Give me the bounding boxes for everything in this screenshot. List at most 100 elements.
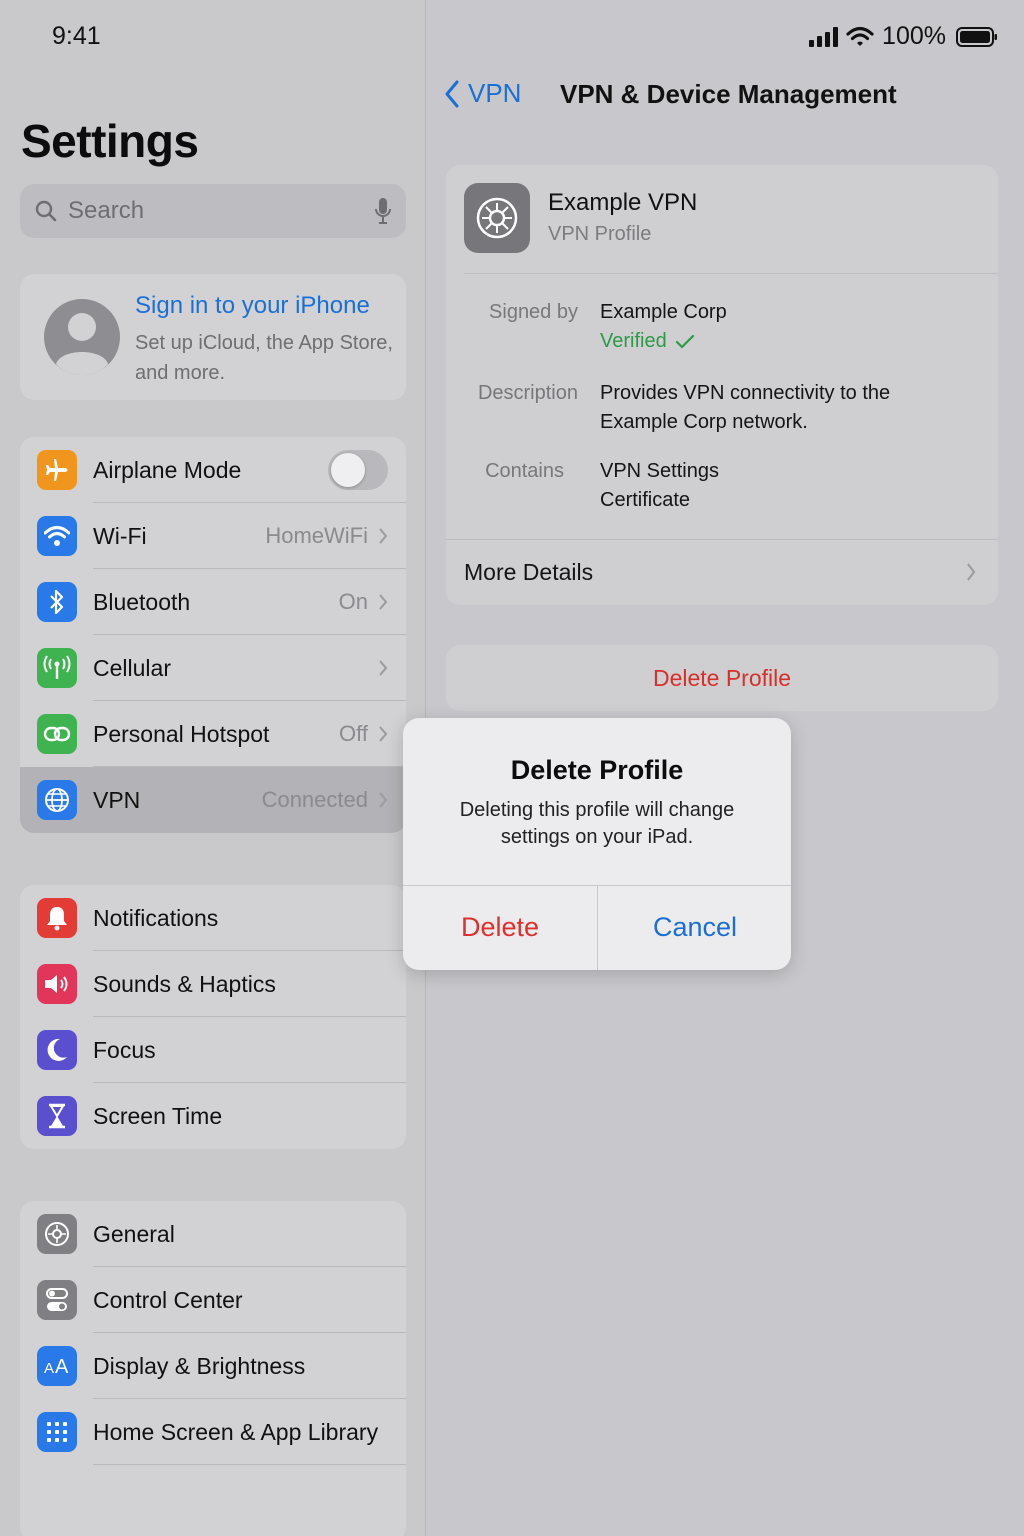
alert-delete-button[interactable]: Delete [403, 885, 597, 970]
speaker-icon [37, 964, 77, 1004]
bluetooth-icon [37, 582, 77, 622]
settings-row-label: Cellular [93, 654, 171, 681]
delete-profile-button[interactable]: Delete Profile [446, 645, 998, 711]
battery-icon [956, 26, 997, 47]
signed-by-value: Example Corp Verified [600, 298, 727, 356]
back-label: VPN [468, 78, 522, 108]
settings-row-wifi[interactable]: Wi-Fi HomeWiFi [20, 503, 406, 569]
settings-row-notifications[interactable]: Notifications [20, 885, 406, 951]
chevron-right-icon [379, 660, 388, 676]
verified-label: Verified [600, 330, 667, 352]
settings-row-label: Control Center [93, 1286, 243, 1313]
gear-icon [37, 1214, 77, 1254]
verified-status: Verified [600, 327, 727, 356]
contains-key: Contains [485, 460, 564, 482]
settings-row-display-brightness[interactable]: AA Display & Brightness [20, 1333, 406, 1399]
row-divider [93, 1464, 406, 1465]
settings-row-label: Focus [93, 1036, 156, 1063]
settings-row-home-screen[interactable]: Home Screen & App Library [20, 1399, 406, 1465]
microphone-icon[interactable] [374, 197, 392, 225]
settings-row-sounds-haptics[interactable]: Sounds & Haptics [20, 951, 406, 1017]
chevron-right-icon [379, 726, 388, 742]
alert-message-line: settings on your iPad. [500, 826, 694, 848]
wifi-icon [37, 516, 77, 556]
alert-title: Delete Profile [510, 755, 684, 785]
gear-icon [464, 183, 530, 253]
chevron-right-icon [379, 528, 388, 544]
search-input[interactable]: Search [68, 197, 374, 225]
description-key: Description [477, 382, 578, 404]
back-button[interactable]: VPN [444, 78, 521, 109]
settings-row-control-center[interactable]: Control Center [20, 1267, 406, 1333]
settings-row-value: On [338, 589, 368, 614]
alert-message-line: Deleting this profile will change [459, 799, 735, 821]
profile-details-card: Example VPN VPN Profile Signed by Exampl… [446, 165, 998, 605]
settings-row-airplane-mode[interactable]: Airplane Mode [20, 437, 406, 503]
airplane-mode-toggle[interactable] [328, 450, 388, 490]
svg-text:A: A [44, 1360, 54, 1377]
settings-row-label: Sounds & Haptics [93, 970, 276, 997]
settings-row-focus[interactable]: Focus [20, 1017, 406, 1083]
svg-text:A: A [55, 1356, 69, 1377]
checkmark-icon [675, 334, 694, 349]
globe-icon [37, 780, 77, 820]
signer-name: Example Corp [600, 301, 727, 323]
status-bar-right: 100% [808, 22, 998, 51]
chevron-right-icon [967, 563, 976, 581]
signal-icon [809, 26, 839, 47]
alert-cancel-button[interactable]: Cancel [598, 885, 791, 970]
status-time: 9:41 [52, 22, 101, 50]
settings-row-label: General [93, 1220, 175, 1247]
description-value: Provides VPN connectivity to the Example… [600, 379, 890, 437]
battery-percent: 100% [882, 22, 946, 50]
settings-row-bluetooth[interactable]: Bluetooth On [20, 569, 406, 635]
text-size-icon: AA [37, 1346, 77, 1386]
switches-icon [37, 1280, 77, 1320]
delete-profile-alert: Delete Profile Deleting this profile wil… [403, 718, 791, 970]
chevron-left-icon [445, 80, 459, 107]
airplane-icon [37, 450, 77, 490]
contains-item: Certificate [600, 489, 691, 511]
settings-row-cellular[interactable]: Cellular [20, 635, 406, 701]
account-signin-card[interactable]: Sign in to your iPhone Set up iCloud, th… [20, 274, 406, 400]
contains-value: VPN Settings Certificate [600, 457, 719, 515]
app-grid-icon [37, 1412, 77, 1452]
signed-by-key: Signed by [489, 301, 578, 323]
settings-row-value: HomeWiFi [265, 523, 368, 548]
settings-row-screen-time[interactable]: Screen Time [20, 1083, 406, 1149]
settings-row-label: Bluetooth [93, 588, 191, 615]
contains-item: VPN Settings [600, 460, 719, 482]
search-field[interactable]: Search [20, 184, 406, 238]
general-group: General Control Center AA Display & Brig… [20, 1201, 406, 1536]
bell-icon [37, 898, 77, 938]
page-title: Settings [21, 115, 199, 167]
settings-row-label: Screen Time [93, 1102, 223, 1129]
hourglass-icon [37, 1096, 77, 1136]
moon-icon [37, 1030, 77, 1070]
sign-in-link[interactable]: Sign in to your iPhone [135, 292, 370, 320]
settings-row-label: Home Screen & App Library [93, 1418, 379, 1445]
settings-row-label: Notifications [93, 904, 219, 931]
settings-row-vpn[interactable]: VPN Connected [20, 767, 406, 833]
description-line: Example Corp network. [600, 411, 808, 433]
settings-row-label: Personal Hotspot [93, 720, 270, 747]
search-icon [35, 200, 57, 222]
more-details-link[interactable]: More Details [464, 559, 593, 586]
avatar-icon [44, 299, 120, 375]
wifi-status-icon [846, 26, 874, 46]
delete-profile-label: Delete Profile [652, 665, 792, 691]
chevron-right-icon [379, 594, 388, 610]
settings-row-value: Off [339, 721, 368, 746]
chevron-right-icon [379, 792, 388, 808]
settings-row-general[interactable]: General [20, 1201, 406, 1267]
profile-type: VPN Profile [548, 223, 652, 245]
settings-row-label: Airplane Mode [93, 456, 242, 483]
settings-row-personal-hotspot[interactable]: Personal Hotspot Off [20, 701, 406, 767]
alert-message: Deleting this profile will change settin… [443, 797, 751, 851]
settings-row-label: VPN [93, 786, 141, 813]
notifications-group: Notifications Sounds & Haptics Focus Scr… [20, 885, 406, 1149]
divider [446, 539, 998, 540]
settings-row-value: Connected [261, 787, 368, 812]
sidebar: 9:41 Settings Search Sign in to your iPh… [0, 0, 426, 1536]
profile-name: Example VPN [548, 189, 698, 216]
